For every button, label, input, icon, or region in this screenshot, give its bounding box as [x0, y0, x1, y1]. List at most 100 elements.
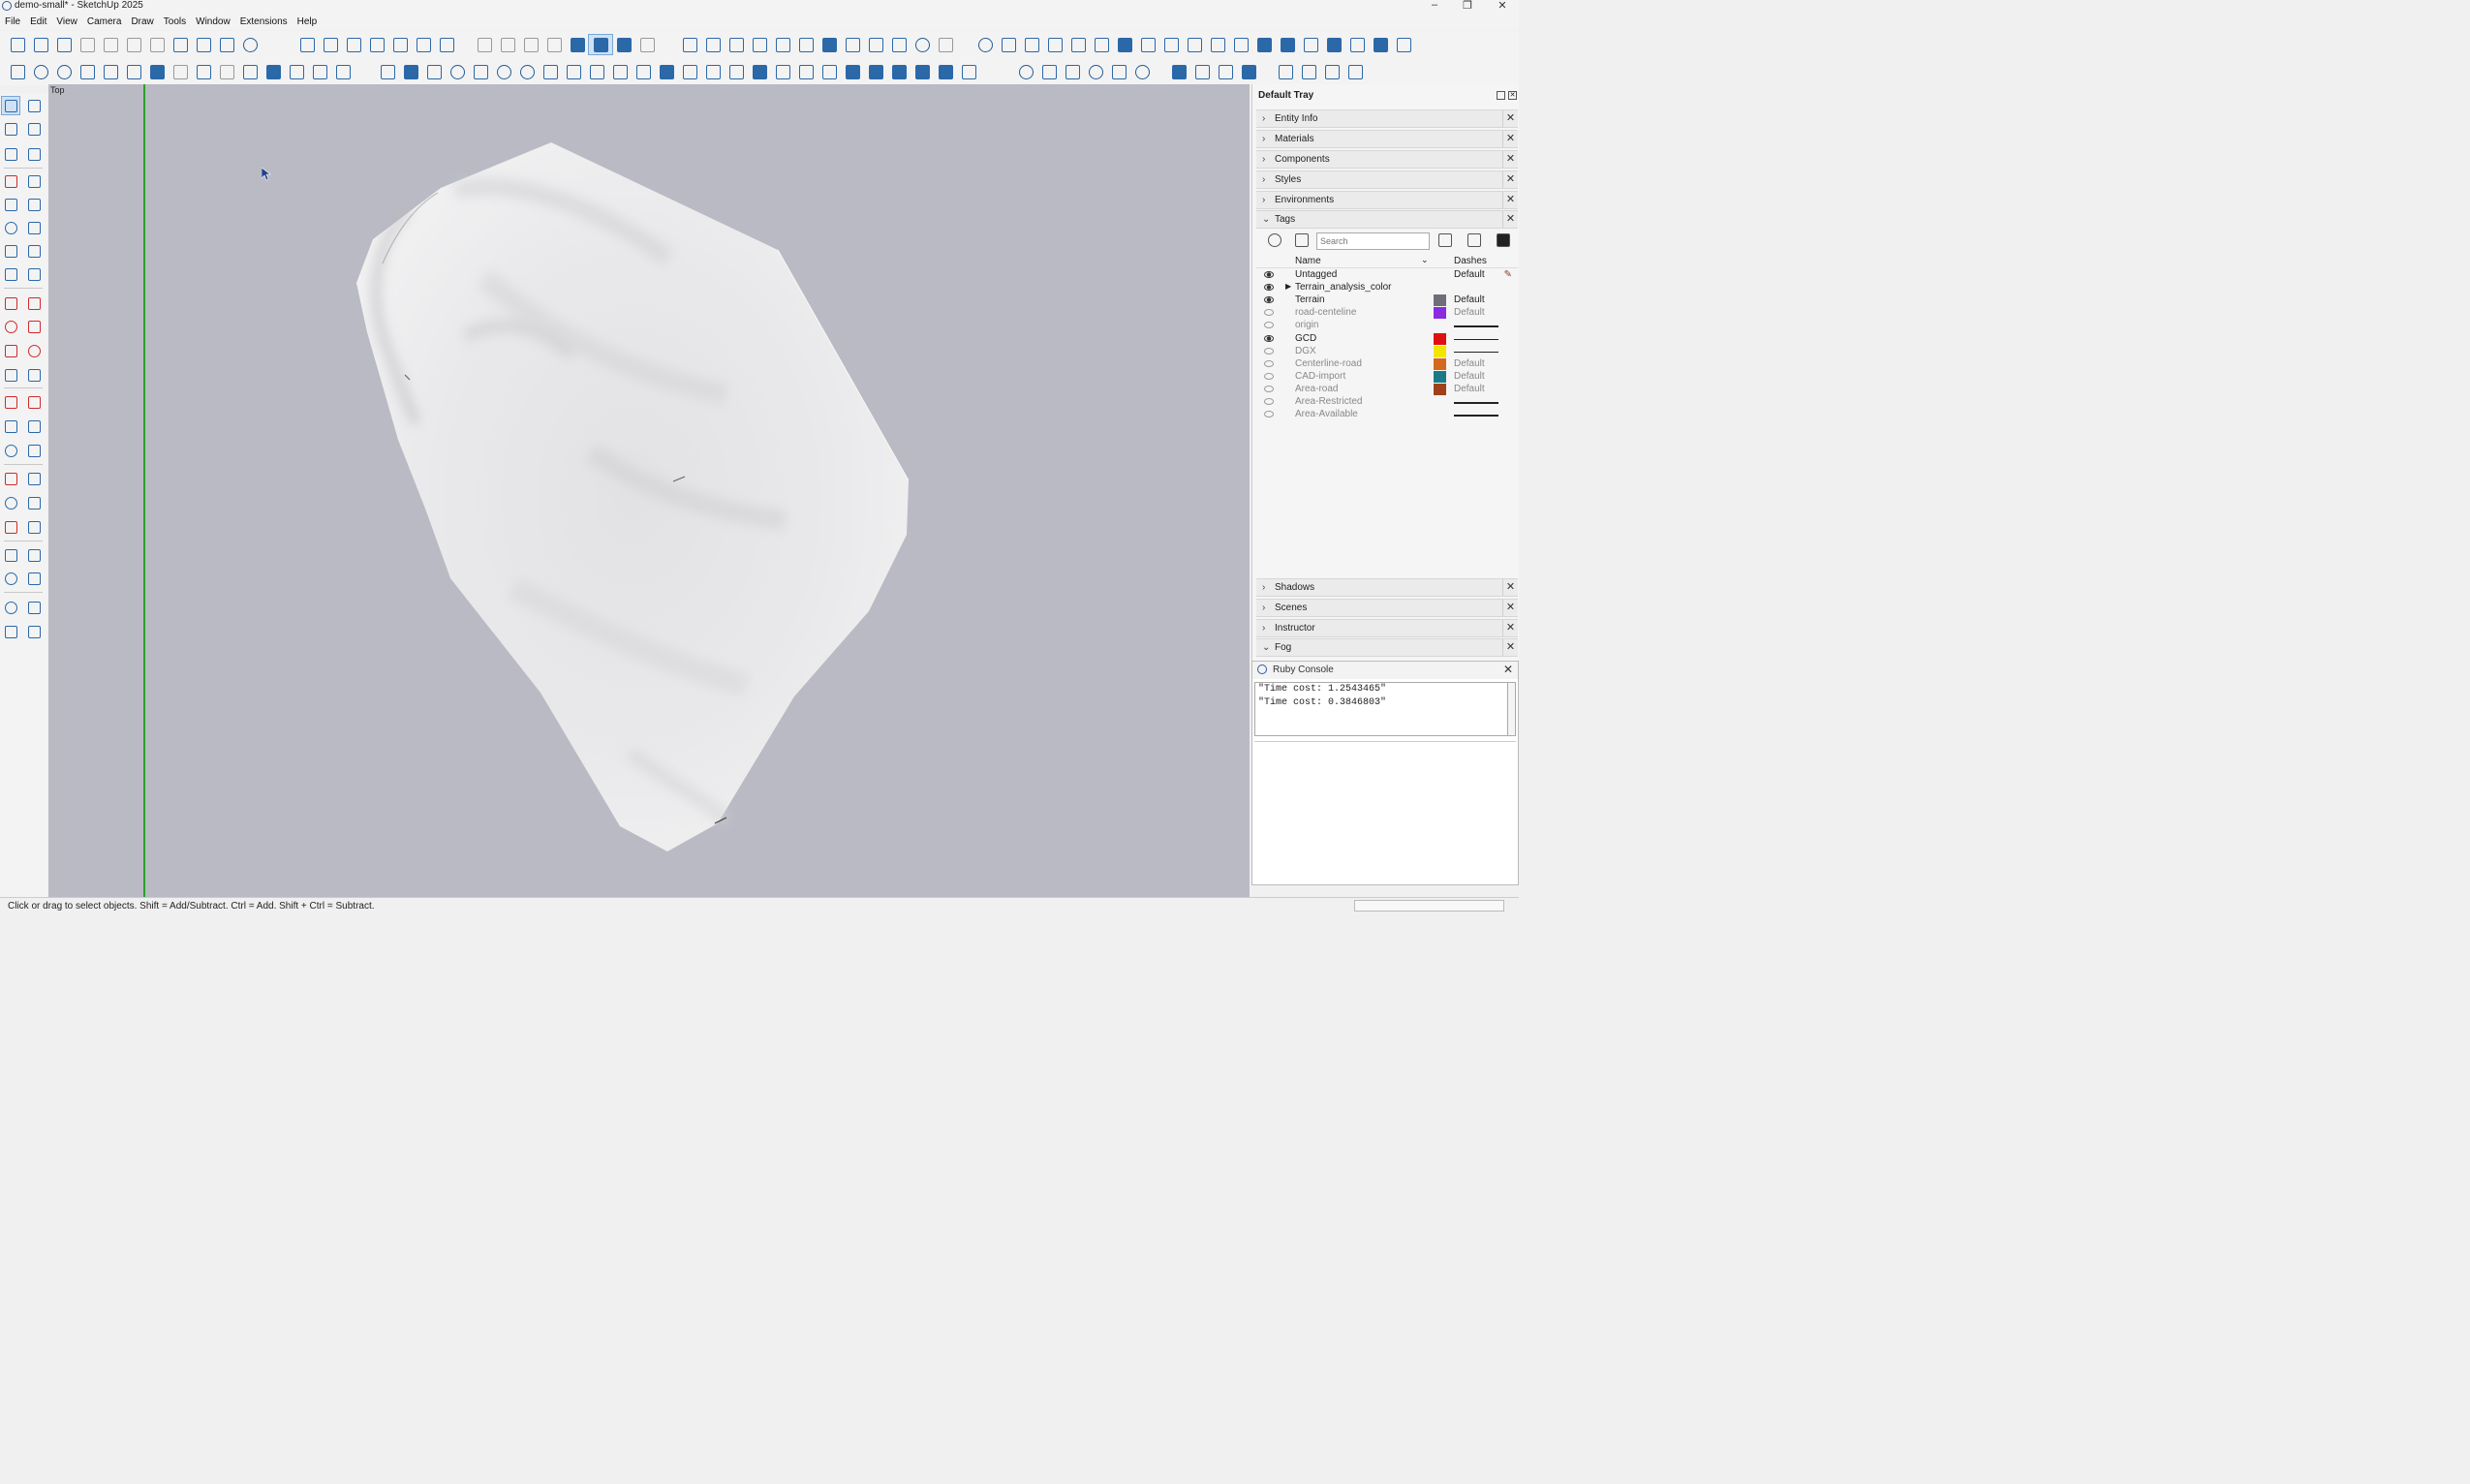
three-point-arc-icon[interactable] — [2, 265, 19, 283]
eye-hidden-icon[interactable] — [1264, 347, 1274, 355]
panel-close-icon[interactable]: ✕ — [1502, 579, 1518, 596]
open-folder-icon[interactable] — [29, 35, 52, 54]
tag-row[interactable]: Area-Restricted — [1256, 396, 1518, 409]
tag-color-swatch[interactable] — [1434, 370, 1446, 383]
tag-dashes[interactable]: Default — [1454, 269, 1485, 280]
close-icon[interactable]: ✕ — [1494, 0, 1511, 12]
slab-icon[interactable] — [748, 62, 771, 81]
arc-icon[interactable] — [2, 242, 19, 260]
pie-icon[interactable] — [25, 265, 43, 283]
lasso-icon[interactable] — [25, 97, 43, 114]
tag-dashes[interactable]: Default — [1454, 371, 1485, 382]
tray-close-icon[interactable]: ✕ — [1508, 91, 1517, 100]
dash-pattern-line[interactable] — [1454, 351, 1498, 354]
dash-pattern-line[interactable] — [1454, 338, 1498, 340]
slope-icon[interactable] — [1136, 35, 1159, 54]
tag-row[interactable]: Centerline-road Default — [1256, 357, 1518, 371]
section-plane-icon[interactable] — [25, 570, 43, 587]
eraser-icon[interactable] — [25, 120, 43, 138]
map-icon[interactable] — [1392, 35, 1415, 54]
hamburger-menu-icon[interactable] — [6, 62, 29, 81]
panel-entity-info[interactable]: › Entity Info ✕ — [1256, 109, 1518, 128]
anchor-icon[interactable] — [515, 62, 539, 81]
crosshair-icon[interactable] — [771, 62, 794, 81]
panel-instructor[interactable]: › Instructor ✕ — [1256, 619, 1518, 637]
arrow-flow-icon[interactable] — [1299, 35, 1322, 54]
tag-tool-icon[interactable] — [1467, 233, 1481, 247]
menu-file[interactable]: File — [0, 16, 25, 27]
calculator-icon[interactable] — [794, 62, 818, 81]
grid-icon[interactable] — [841, 35, 864, 54]
menu-view[interactable]: View — [51, 16, 82, 27]
translate-icon[interactable] — [1061, 62, 1084, 81]
kwh-icon[interactable] — [911, 62, 934, 81]
vehicle-icon[interactable] — [1183, 35, 1206, 54]
section-icon[interactable] — [934, 35, 957, 54]
top-view-icon[interactable] — [319, 35, 342, 54]
console-scrollbar[interactable] — [1507, 682, 1516, 736]
irr-icon[interactable] — [934, 62, 957, 81]
sun-icon[interactable] — [29, 62, 52, 81]
xray-icon[interactable] — [473, 35, 496, 54]
polygon-icon[interactable] — [25, 219, 43, 236]
ruler-icon[interactable] — [678, 62, 701, 81]
bottom-view-icon[interactable] — [435, 35, 458, 54]
3d-text-icon[interactable] — [25, 442, 43, 459]
tag-color-swatch[interactable] — [1434, 345, 1446, 357]
export-icon[interactable] — [1345, 35, 1369, 54]
eye-hidden-icon[interactable] — [1264, 359, 1274, 367]
globe-icon[interactable] — [52, 62, 76, 81]
cloud-upload-icon[interactable] — [1107, 62, 1130, 81]
panel-close-icon[interactable]: ✕ — [1502, 620, 1518, 636]
tag-dashes[interactable]: Default — [1454, 384, 1485, 394]
menu-tools[interactable]: Tools — [159, 16, 191, 27]
tag-pencil-icon[interactable] — [1438, 233, 1452, 247]
tag-row[interactable]: Terrain Default — [1256, 294, 1518, 307]
restore-icon[interactable]: ❐ — [1459, 0, 1476, 12]
sandbox-icon[interactable] — [2, 623, 19, 640]
zoom-extents-icon[interactable] — [2, 518, 19, 536]
join-icon[interactable] — [701, 62, 725, 81]
scissors-icon[interactable] — [1297, 62, 1320, 81]
save-icon[interactable] — [52, 35, 76, 54]
tag-row[interactable]: DGX — [1256, 345, 1518, 358]
flip-icon[interactable] — [2, 366, 19, 384]
tree-icon[interactable] — [725, 35, 748, 54]
col-dashes-header[interactable]: Dashes — [1454, 256, 1487, 266]
play-icon[interactable] — [1237, 62, 1260, 81]
look-around-icon[interactable] — [2, 570, 19, 587]
panel-scenes[interactable]: › Scenes ✕ — [1256, 599, 1518, 617]
tag-tool-icon[interactable] — [25, 145, 43, 163]
menu-edit[interactable]: Edit — [25, 16, 51, 27]
undo-icon[interactable] — [169, 35, 192, 54]
refresh-icon[interactable] — [1130, 62, 1154, 81]
list-icon[interactable] — [1090, 35, 1113, 54]
tray-pin-icon[interactable] — [1497, 91, 1505, 100]
panel-styles[interactable]: › Styles ✕ — [1256, 170, 1518, 189]
dash-pattern-line[interactable] — [1454, 415, 1498, 417]
trash-icon[interactable] — [238, 62, 262, 81]
ambient-occlusion-icon[interactable] — [635, 35, 659, 54]
back-view-icon[interactable] — [388, 35, 412, 54]
move-icon[interactable] — [2, 294, 19, 312]
grid-select-icon[interactable] — [376, 62, 399, 81]
tag-color-swatch[interactable] — [1434, 294, 1446, 307]
angle-icon[interactable] — [997, 35, 1020, 54]
position-camera-icon[interactable] — [2, 546, 19, 564]
tag-name[interactable]: road-centeline — [1295, 307, 1356, 318]
rotated-rectangle-icon[interactable] — [25, 196, 43, 213]
tag-name[interactable]: GCD — [1295, 333, 1316, 344]
left-view-icon[interactable] — [412, 35, 435, 54]
orbit-icon[interactable] — [2, 470, 19, 487]
panel-fog[interactable]: ⌄ Fog ✕ — [1256, 638, 1518, 657]
yen-icon[interactable] — [887, 62, 911, 81]
mesh-icon[interactable] — [192, 62, 215, 81]
model-viewport[interactable]: Top — [48, 84, 1250, 897]
grid-tool-icon[interactable] — [1252, 35, 1276, 54]
panel-close-icon[interactable]: ✕ — [1502, 110, 1518, 127]
panel-materials[interactable]: › Materials ✕ — [1256, 130, 1518, 148]
dash-pattern-line[interactable] — [1454, 325, 1498, 327]
cad-cloud-icon[interactable] — [655, 62, 678, 81]
magic-wand-icon[interactable] — [285, 62, 308, 81]
dash-pattern-line[interactable] — [1454, 402, 1498, 404]
